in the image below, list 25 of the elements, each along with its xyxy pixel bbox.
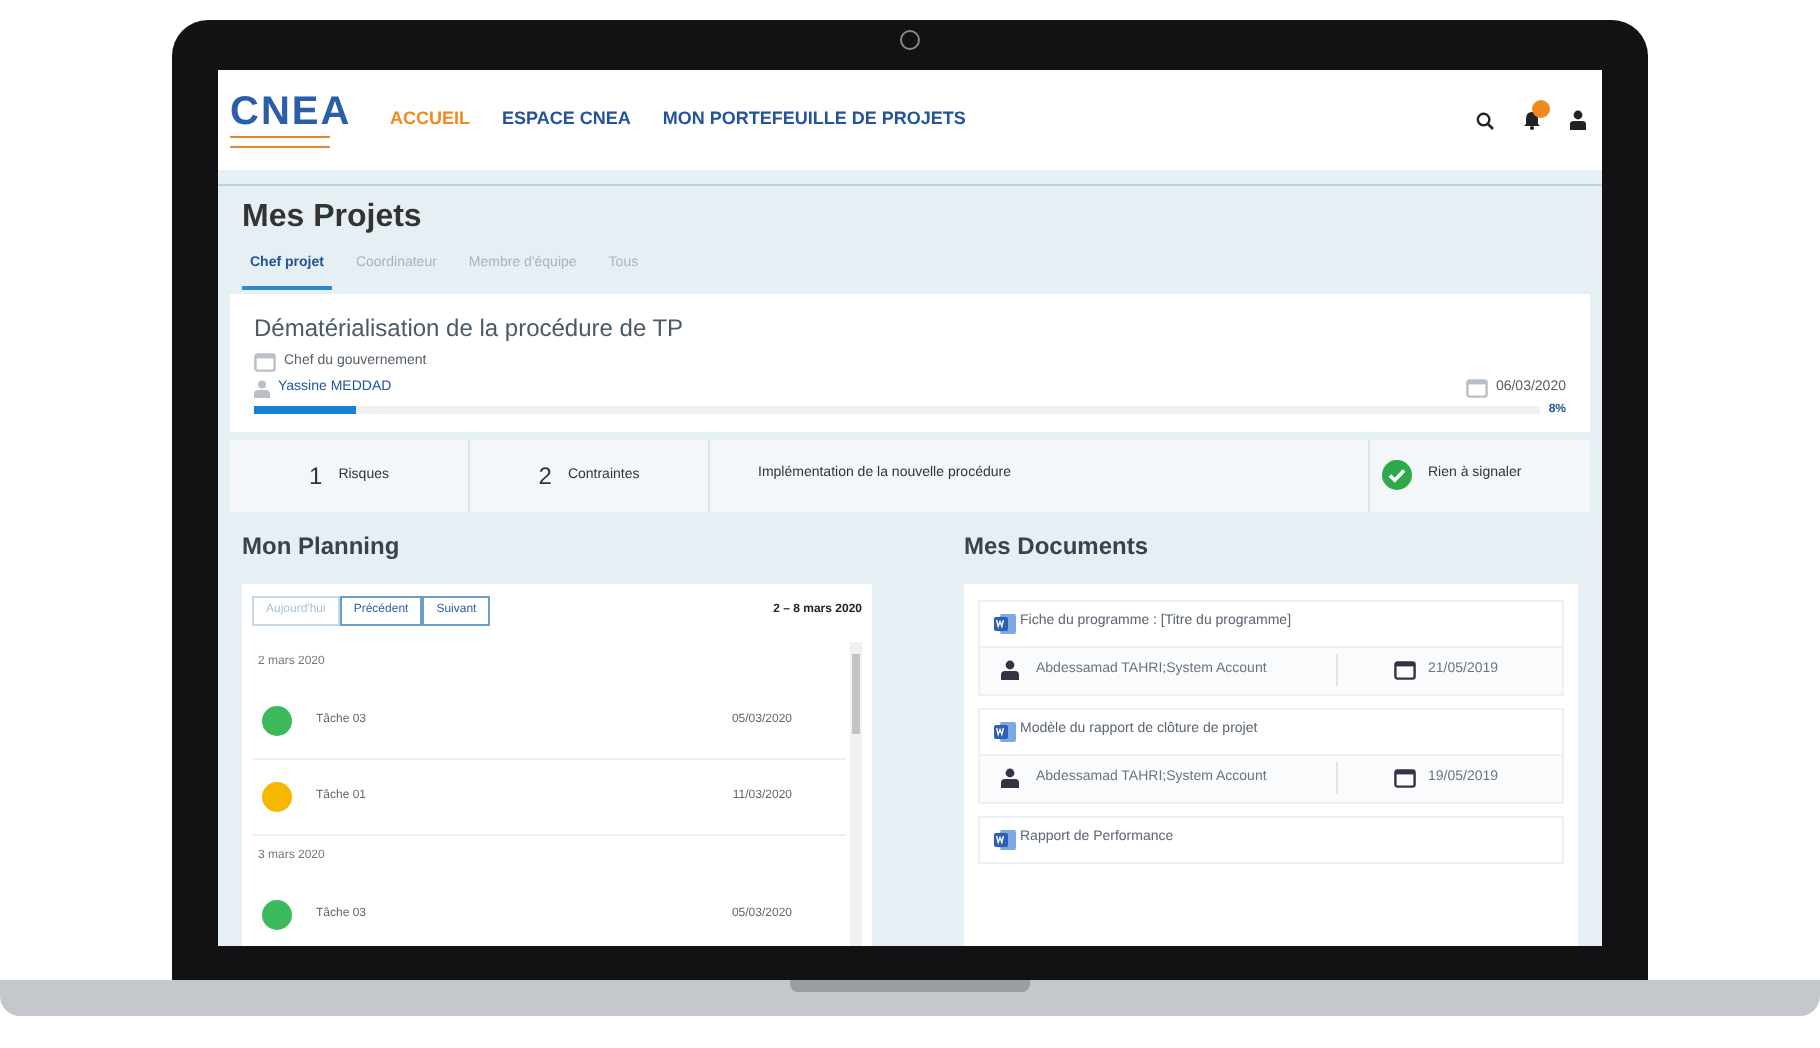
camera-icon xyxy=(900,30,920,50)
person-icon xyxy=(1000,660,1020,680)
person-icon xyxy=(1000,768,1020,788)
nav-link[interactable]: ESPACE CNEA xyxy=(502,106,631,134)
user-icon[interactable] xyxy=(1570,110,1586,130)
calendar-icon xyxy=(1394,768,1416,788)
logo-underline xyxy=(230,136,330,148)
search-icon[interactable] xyxy=(1476,111,1494,129)
section-title: Mon Planning xyxy=(242,529,402,563)
section-title: Mes Documents xyxy=(964,529,1151,563)
check-circle-icon xyxy=(1382,460,1412,490)
nav-link[interactable]: MON PORTEFEUILLE DE PROJETS xyxy=(662,106,966,134)
calendar-icon xyxy=(1465,378,1488,399)
calendar-icon xyxy=(1394,660,1416,680)
bell-icon[interactable] xyxy=(1522,110,1542,130)
logo-text: CNEA xyxy=(230,92,352,132)
word-document-icon xyxy=(994,613,1016,633)
count-number: 2 xyxy=(538,459,552,493)
word-document-icon xyxy=(994,829,1016,849)
project-title: Dématérialisation de la procédure de TP xyxy=(254,311,686,345)
person-icon xyxy=(254,379,270,398)
count-number: 1 xyxy=(309,459,323,493)
word-document-icon xyxy=(994,721,1016,741)
calendar-icon xyxy=(254,351,276,372)
page-title: Mes Projets xyxy=(242,198,424,238)
